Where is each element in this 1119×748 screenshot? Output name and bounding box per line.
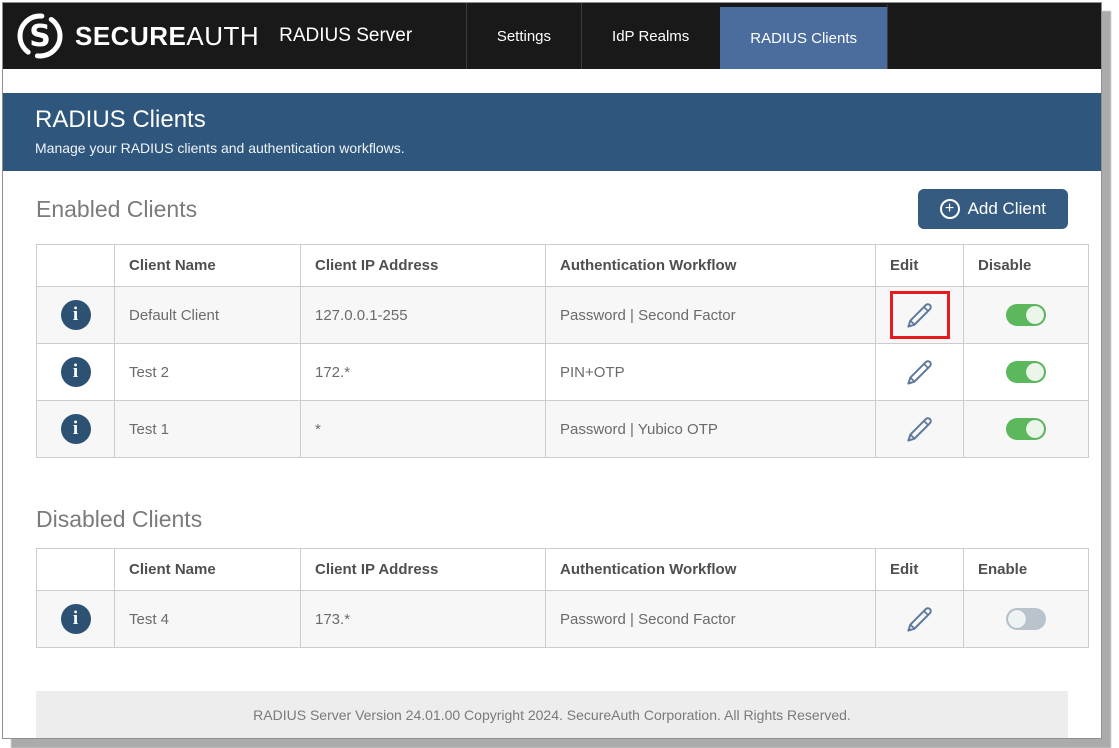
col-client-ip: Client IP Address bbox=[301, 245, 546, 287]
client-ip-cell: * bbox=[301, 401, 546, 458]
col-client-ip: Client IP Address bbox=[301, 549, 546, 591]
info-icon[interactable]: i bbox=[61, 357, 91, 387]
client-ip-cell: 127.0.0.1-255 bbox=[301, 287, 546, 344]
top-nav: S SECUREAUTH RADIUS Server Settings IdP … bbox=[3, 3, 1101, 69]
tab-idp-realms[interactable]: IdP Realms bbox=[581, 3, 719, 69]
workflow-cell: Password | Second Factor bbox=[546, 591, 876, 648]
workflow-cell: Password | Yubico OTP bbox=[546, 401, 876, 458]
col-disable: Disable bbox=[964, 245, 1089, 287]
edit-wrap bbox=[890, 405, 950, 453]
col-client-name: Client Name bbox=[115, 245, 301, 287]
disabled-clients-table: Client Name Client IP Address Authentica… bbox=[36, 548, 1089, 648]
col-auth-workflow: Authentication Workflow bbox=[546, 549, 876, 591]
disabled-clients-heading: Disabled Clients bbox=[36, 506, 1068, 533]
table-header-row: Client Name Client IP Address Authentica… bbox=[37, 549, 1089, 591]
edit-pencil-icon[interactable] bbox=[903, 602, 937, 636]
workflow-cell: PIN+OTP bbox=[546, 344, 876, 401]
info-icon[interactable]: i bbox=[61, 300, 91, 330]
nav-tabs: Settings IdP Realms RADIUS Clients bbox=[466, 3, 888, 69]
edit-wrap bbox=[890, 595, 950, 643]
col-edit: Edit bbox=[876, 549, 964, 591]
client-ip-cell: 172.* bbox=[301, 344, 546, 401]
disable-toggle[interactable] bbox=[1006, 418, 1046, 440]
page-title: RADIUS Clients bbox=[35, 106, 1069, 134]
page-header: RADIUS Clients Manage your RADIUS client… bbox=[3, 93, 1101, 171]
workflow-cell: Password | Second Factor bbox=[546, 287, 876, 344]
tab-radius-clients[interactable]: RADIUS Clients bbox=[719, 3, 888, 69]
table-row: i Default Client 127.0.0.1-255 Password … bbox=[37, 287, 1089, 344]
edit-pencil-icon[interactable] bbox=[903, 298, 937, 332]
enabled-clients-table: Client Name Client IP Address Authentica… bbox=[36, 244, 1089, 458]
secureauth-logo-icon: S bbox=[15, 11, 65, 61]
client-name-cell: Test 1 bbox=[115, 401, 301, 458]
client-ip-cell: 173.* bbox=[301, 591, 546, 648]
brand: S SECUREAUTH RADIUS Server bbox=[3, 3, 412, 69]
tab-settings[interactable]: Settings bbox=[466, 3, 581, 69]
edit-pencil-icon[interactable] bbox=[903, 355, 937, 389]
col-client-name: Client Name bbox=[115, 549, 301, 591]
brand-name: SECUREAUTH bbox=[75, 21, 259, 52]
app-window: S SECUREAUTH RADIUS Server Settings IdP … bbox=[2, 2, 1102, 739]
main-content: Enabled Clients + Add Client Client Name… bbox=[3, 171, 1101, 738]
footer: RADIUS Server Version 24.01.00 Copyright… bbox=[36, 691, 1068, 738]
toggle-knob bbox=[1026, 363, 1044, 381]
disable-toggle[interactable] bbox=[1006, 304, 1046, 326]
info-icon[interactable]: i bbox=[61, 604, 91, 634]
toggle-knob bbox=[1008, 610, 1026, 628]
enabled-clients-heading: Enabled Clients bbox=[36, 196, 197, 223]
add-client-label: Add Client bbox=[968, 199, 1046, 219]
col-info bbox=[37, 549, 115, 591]
col-auth-workflow: Authentication Workflow bbox=[546, 245, 876, 287]
info-icon[interactable]: i bbox=[61, 414, 91, 444]
table-row: i Test 1 * Password | Yubico OTP bbox=[37, 401, 1089, 458]
edit-pencil-icon[interactable] bbox=[903, 412, 937, 446]
table-header-row: Client Name Client IP Address Authentica… bbox=[37, 245, 1089, 287]
client-name-cell: Test 4 bbox=[115, 591, 301, 648]
edit-wrap bbox=[890, 348, 950, 396]
enabled-section-header: Enabled Clients + Add Client bbox=[36, 189, 1068, 229]
svg-text:S: S bbox=[29, 19, 51, 54]
client-name-cell: Test 2 bbox=[115, 344, 301, 401]
table-row: i Test 4 173.* Password | Second Factor bbox=[37, 591, 1089, 648]
col-edit: Edit bbox=[876, 245, 964, 287]
col-info bbox=[37, 245, 115, 287]
col-enable: Enable bbox=[964, 549, 1089, 591]
product-name: RADIUS Server bbox=[279, 25, 412, 47]
footer-text: RADIUS Server Version 24.01.00 Copyright… bbox=[253, 707, 851, 723]
plus-icon: + bbox=[940, 199, 960, 219]
disable-toggle[interactable] bbox=[1006, 361, 1046, 383]
table-row: i Test 2 172.* PIN+OTP bbox=[37, 344, 1089, 401]
toggle-knob bbox=[1026, 306, 1044, 324]
page-subtitle: Manage your RADIUS clients and authentic… bbox=[35, 140, 1069, 156]
toggle-knob bbox=[1026, 420, 1044, 438]
client-name-cell: Default Client bbox=[115, 287, 301, 344]
edit-highlight-box bbox=[890, 291, 950, 339]
enable-toggle[interactable] bbox=[1006, 608, 1046, 630]
add-client-button[interactable]: + Add Client bbox=[918, 189, 1068, 229]
